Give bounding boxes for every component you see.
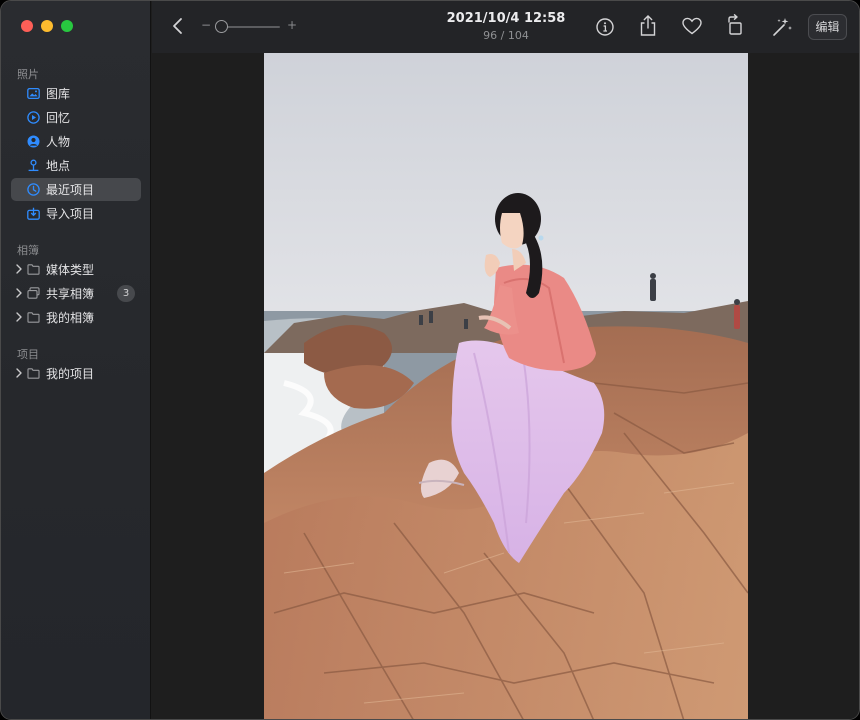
chevron-left-icon[interactable] [169, 16, 187, 36]
auto-enhance-wand-icon[interactable] [770, 15, 794, 39]
section-title-albums: 相簿 [17, 244, 39, 257]
people-icon [27, 135, 40, 148]
photo-library-icon [27, 87, 40, 100]
sidebar-item-label: 共享相簿 [46, 287, 95, 301]
folder-icon [27, 264, 40, 275]
sidebar: 照片 图库 回忆 人物 地点 最近项目 导入项目 相簿 媒体类型 共享相簿 3 … [1, 1, 151, 719]
sidebar-item-label: 回忆 [46, 111, 71, 125]
sidebar-item-imports[interactable]: 导入项目 [11, 202, 141, 225]
sidebar-item-label: 我的项目 [46, 367, 95, 381]
folder-icon [27, 312, 40, 323]
chevron-right-icon[interactable] [15, 368, 23, 378]
folder-icon [27, 368, 40, 379]
count-badge: 3 [117, 285, 135, 302]
sidebar-item-label: 地点 [46, 159, 71, 173]
sidebar-item-label: 人物 [46, 135, 71, 149]
chevron-right-icon[interactable] [15, 288, 23, 298]
sidebar-item-label: 导入项目 [46, 207, 95, 221]
photo-date-title: 2021/10/4 12:58 [446, 11, 566, 26]
share-icon[interactable] [638, 14, 658, 38]
zoom-out-label: − [201, 18, 212, 32]
rotate-icon[interactable] [725, 14, 747, 38]
favorite-heart-icon[interactable] [681, 16, 703, 36]
shared-albums-icon [27, 287, 40, 299]
sidebar-item-recents[interactable]: 最近项目 [11, 178, 141, 201]
photo-viewer [152, 53, 859, 720]
sidebar-item-my-albums[interactable]: 我的相簿 [11, 306, 141, 329]
sidebar-item-shared-albums[interactable]: 共享相簿 3 [11, 282, 141, 305]
sidebar-item-memories[interactable]: 回忆 [11, 106, 141, 129]
section-title-projects: 项目 [17, 348, 39, 361]
edit-button[interactable]: 编辑 [808, 14, 847, 40]
sidebar-item-label: 图库 [46, 87, 71, 101]
photos-window: 照片 图库 回忆 人物 地点 最近项目 导入项目 相簿 媒体类型 共享相簿 3 … [0, 0, 860, 720]
sidebar-item-library[interactable]: 图库 [11, 82, 141, 105]
recents-clock-icon [27, 183, 40, 196]
memories-icon [27, 111, 40, 124]
beach-portrait-photo[interactable] [264, 53, 748, 720]
info-icon[interactable] [595, 17, 615, 37]
zoom-in-label: + [287, 18, 298, 32]
zoom-button[interactable] [61, 20, 73, 32]
sidebar-item-label: 媒体类型 [46, 263, 95, 277]
sidebar-item-people[interactable]: 人物 [11, 130, 141, 153]
window-controls [21, 20, 73, 32]
photo-position-counter: 96 / 104 [483, 29, 529, 42]
section-title-photos: 照片 [17, 68, 39, 81]
sidebar-item-media-types[interactable]: 媒体类型 [11, 258, 141, 281]
sidebar-item-places[interactable]: 地点 [11, 154, 141, 177]
chevron-right-icon[interactable] [15, 312, 23, 322]
minimize-button[interactable] [41, 20, 53, 32]
sidebar-item-label: 最近项目 [46, 183, 95, 197]
imports-icon [27, 207, 40, 220]
zoom-slider[interactable] [222, 26, 280, 28]
zoom-slider-knob[interactable] [215, 20, 228, 33]
places-pin-icon [28, 159, 39, 172]
sidebar-item-label: 我的相簿 [46, 311, 95, 325]
close-button[interactable] [21, 20, 33, 32]
chevron-right-icon[interactable] [15, 264, 23, 274]
sidebar-item-my-projects[interactable]: 我的项目 [11, 362, 141, 385]
